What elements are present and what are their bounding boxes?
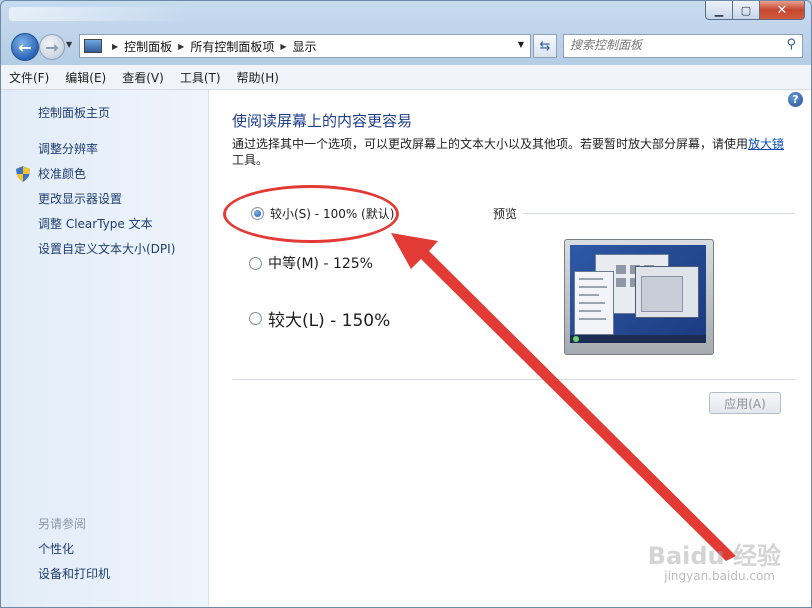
sidebar-item-home[interactable]: 控制面板主页 xyxy=(38,104,110,121)
chevron-right-icon[interactable]: ▶ xyxy=(280,42,286,51)
back-arrow-icon: ← xyxy=(18,37,32,57)
sidebar-item-calibrate[interactable]: 校准颜色 xyxy=(38,165,86,182)
preview-monitor-image xyxy=(564,239,714,355)
menu-file[interactable]: 文件(F) xyxy=(1,69,57,86)
maximize-button[interactable]: ▢ xyxy=(733,1,760,20)
content-divider xyxy=(232,379,796,380)
search-icon[interactable]: ⚲ xyxy=(786,37,796,52)
help-icon[interactable]: ? xyxy=(788,92,803,107)
breadcrumb-control-panel[interactable]: 控制面板 xyxy=(124,38,172,55)
radio-medium[interactable] xyxy=(249,256,262,270)
sidebar-item-cleartype[interactable]: 调整 ClearType 文本 xyxy=(38,215,153,232)
forward-arrow-icon: → xyxy=(45,37,59,57)
page-description: 通过选择其中一个选项，可以更改屏幕上的文本大小以及其他项。若要暂时放大部分屏幕，… xyxy=(232,136,792,168)
caption-buttons: ▁ ▢ ✕ xyxy=(705,1,805,20)
option-larger[interactable]: 较大(L) - 150% xyxy=(249,306,390,331)
menu-help[interactable]: 帮助(H) xyxy=(229,69,287,86)
menu-tools[interactable]: 工具(T) xyxy=(172,69,229,86)
option-smaller[interactable]: 较小(S) - 100% (默认) xyxy=(251,205,394,222)
minimize-button[interactable]: ▁ xyxy=(705,1,733,20)
preview-label: 预览 xyxy=(493,207,518,221)
search-input[interactable] xyxy=(564,35,776,55)
address-dropdown-icon[interactable]: ▼ xyxy=(518,40,524,49)
option-smaller-label: 较小(S) - 100% (默认) xyxy=(270,207,395,221)
preview-window-front xyxy=(635,266,699,318)
address-bar[interactable]: ▶ 控制面板 ▶ 所有控制面板项 ▶ 显示 ▼ xyxy=(79,34,531,58)
sidebar-item-display-settings[interactable]: 更改显示器设置 xyxy=(38,190,122,207)
option-larger-label: 较大(L) - 150% xyxy=(268,311,391,331)
radio-larger[interactable] xyxy=(249,312,262,325)
menu-view[interactable]: 查看(V) xyxy=(114,69,172,86)
preview-taskbar xyxy=(570,335,706,343)
menu-bar: 文件(F) 编辑(E) 查看(V) 工具(T) 帮助(H) xyxy=(1,65,811,90)
menu-edit[interactable]: 编辑(E) xyxy=(57,69,114,86)
radio-smaller[interactable] xyxy=(251,207,264,220)
main-content: ? 使阅读屏幕上的内容更容易 通过选择其中一个选项，可以更改屏幕上的文本大小以及… xyxy=(209,90,811,607)
chevron-right-icon[interactable]: ▶ xyxy=(112,42,118,51)
baidu-watermark: Baidu 经验 xyxy=(647,542,781,570)
control-panel-icon xyxy=(84,39,102,53)
description-text: 通过选择其中一个选项，可以更改屏幕上的文本大小以及其他项。若要暂时放大部分屏幕，… xyxy=(232,137,749,151)
sidebar-item-resolution[interactable]: 调整分辨率 xyxy=(38,140,98,157)
sidebar-item-devices-printers[interactable]: 设备和打印机 xyxy=(38,565,110,582)
baidu-watermark-url: jingyan.baidu.com xyxy=(664,569,775,583)
option-medium[interactable]: 中等(M) - 125% xyxy=(249,253,373,273)
recent-pages-dropdown[interactable]: ▼ xyxy=(66,40,72,49)
back-button[interactable]: ← xyxy=(11,33,39,61)
breadcrumb-all-items[interactable]: 所有控制面板项 xyxy=(190,38,274,55)
title-bar: ▁ ▢ ✕ xyxy=(1,1,811,27)
shield-icon xyxy=(16,166,30,182)
forward-button[interactable]: → xyxy=(39,34,65,60)
refresh-icon: ⇆ xyxy=(539,38,551,54)
breadcrumb-display[interactable]: 显示 xyxy=(293,38,317,55)
option-medium-label: 中等(M) - 125% xyxy=(268,256,373,272)
title-blur xyxy=(9,7,189,21)
preview-divider xyxy=(523,213,795,214)
chevron-right-icon[interactable]: ▶ xyxy=(178,42,184,51)
preview-screen xyxy=(570,245,706,343)
description-suffix: 工具。 xyxy=(232,153,269,167)
apply-button[interactable]: 应用(A) xyxy=(709,392,781,414)
page-title: 使阅读屏幕上的内容更容易 xyxy=(232,112,413,130)
sidebar-item-custom-dpi[interactable]: 设置自定义文本大小(DPI) xyxy=(38,240,175,257)
search-box[interactable]: ⚲ xyxy=(563,34,803,58)
magnifier-link[interactable]: 放大镜 xyxy=(748,137,784,151)
control-panel-window: ▁ ▢ ✕ ← → ▼ ▶ 控制面板 ▶ 所有控制面板项 ▶ 显示 ▼ ⇆ ⚲ … xyxy=(0,0,812,608)
refresh-button[interactable]: ⇆ xyxy=(533,34,557,58)
preview-window-left xyxy=(574,271,614,335)
see-also-title: 另请参阅 xyxy=(38,517,87,531)
navigation-bar: ← → ▼ ▶ 控制面板 ▶ 所有控制面板项 ▶ 显示 ▼ ⇆ ⚲ xyxy=(1,31,811,63)
close-button[interactable]: ✕ xyxy=(760,1,805,20)
sidebar-item-personalize[interactable]: 个性化 xyxy=(38,540,74,557)
sidebar: 控制面板主页 调整分辨率 校准颜色 更改显示器设置 调整 ClearType 文… xyxy=(1,90,209,607)
